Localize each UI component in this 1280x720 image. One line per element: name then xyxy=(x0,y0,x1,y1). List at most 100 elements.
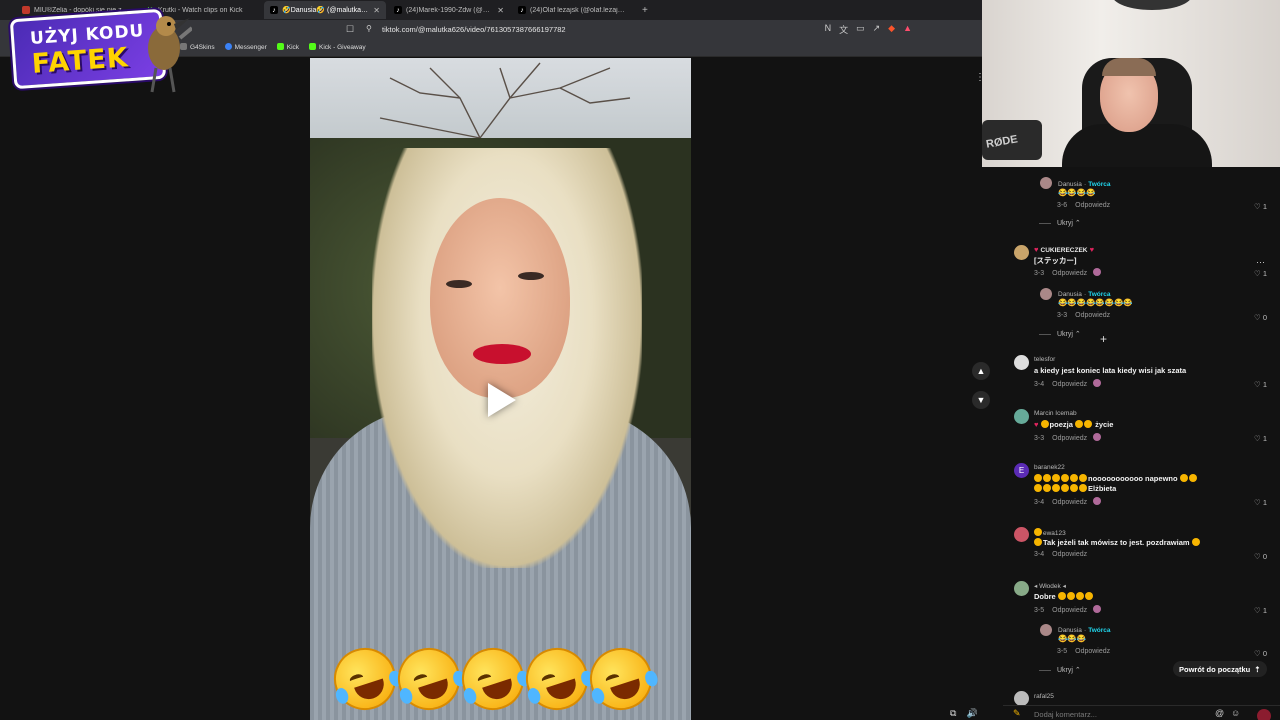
like-count: 0 xyxy=(1262,552,1267,561)
reply-button[interactable]: Odpowiedz xyxy=(1052,435,1087,442)
bookmark-messenger[interactable]: Messenger xyxy=(224,43,267,51)
rofl-emoji-icon xyxy=(389,639,469,719)
comment-text: nooooooooooo napewno xyxy=(1034,474,1198,483)
username[interactable]: Marcin Icemab xyxy=(1034,410,1077,417)
like-count: 0 xyxy=(1262,313,1267,322)
brave-shield-icon[interactable]: ◆ xyxy=(888,23,895,36)
avatar[interactable] xyxy=(1014,581,1029,596)
emoji-icon[interactable]: ☺ xyxy=(1231,708,1240,718)
username[interactable]: telesfor xyxy=(1034,356,1055,363)
avatar[interactable] xyxy=(1014,355,1029,370)
video-player[interactable] xyxy=(310,58,691,720)
avatar[interactable] xyxy=(1014,245,1029,260)
cast-icon[interactable]: ▭ xyxy=(856,23,865,36)
new-tab-button[interactable]: + xyxy=(636,5,654,16)
play-icon[interactable] xyxy=(488,383,516,417)
username[interactable]: CUKIERECZEK xyxy=(1041,247,1088,254)
tab-5[interactable]: ♪(24)Olaf lezajsk (@olaf.lezajsk) | TikT… xyxy=(512,1,634,19)
volume-icon[interactable]: 🔊 xyxy=(966,708,977,719)
creator-badge: Twórca xyxy=(1088,627,1111,634)
url-field[interactable]: tiktok.com/@malutka626/video/76130573876… xyxy=(382,25,566,34)
like-button[interactable]: ♡ 1 xyxy=(1254,434,1267,443)
reply-button[interactable]: Odpowiedz xyxy=(1075,312,1110,319)
reply-button[interactable]: Odpowiedz xyxy=(1052,270,1087,277)
kick-icon xyxy=(276,43,284,50)
comment-meta: 3-4 Odpowiedz xyxy=(1034,551,1087,558)
username[interactable]: Danusia xyxy=(1058,627,1082,634)
like-button[interactable]: ♡ 0 xyxy=(1254,552,1267,561)
hide-replies-button[interactable]: Ukryj ⌃ xyxy=(1039,330,1081,338)
like-button[interactable]: ♡ 0 xyxy=(1254,649,1267,658)
avatar[interactable] xyxy=(1040,288,1052,300)
like-button[interactable]: ♡ 1 xyxy=(1254,269,1267,278)
comment-meta: 3-5 Odpowiedz xyxy=(1034,605,1102,614)
comment-input[interactable]: Dodaj komentarz... xyxy=(1034,710,1097,719)
bookmark-kick[interactable]: Kick xyxy=(276,43,299,51)
promo-line-2: FATEK xyxy=(30,42,130,80)
comment-text: a kiedy jest koniec lata kiedy wisi jak … xyxy=(1034,366,1187,375)
reply-button[interactable]: Odpowiedz xyxy=(1052,381,1087,388)
comment-meta: 3-3 Odpowiedz xyxy=(1057,312,1110,319)
avatar[interactable] xyxy=(1040,177,1052,189)
avatar[interactable] xyxy=(1014,527,1029,542)
comment-more-icon[interactable]: ⋯ xyxy=(1256,257,1265,268)
pip-icon[interactable]: ⧉ xyxy=(950,708,956,719)
mention-icon[interactable]: @ xyxy=(1215,708,1224,718)
bookmark-icon[interactable]: ☐ xyxy=(346,24,354,35)
comment-date: 3-4 xyxy=(1034,551,1045,558)
hide-replies-button[interactable]: Ukryj ⌃ xyxy=(1039,666,1081,674)
reply-button[interactable]: Odpowiedz xyxy=(1075,202,1110,209)
close-tab-icon[interactable]: ✕ xyxy=(497,6,504,15)
creator-liked-icon xyxy=(1093,268,1102,276)
comment-text-line2: Elżbieta xyxy=(1034,484,1116,493)
reply-button[interactable]: Odpowiedz xyxy=(1075,648,1110,655)
like-button[interactable]: ♡ 0 xyxy=(1254,313,1267,322)
player-controls: ⧉ 🔊 xyxy=(950,708,978,719)
hide-replies-button[interactable]: Ukryj ⌃ xyxy=(1039,219,1081,227)
username[interactable]: Danusia xyxy=(1058,291,1082,298)
like-button[interactable]: ♡ 1 xyxy=(1254,380,1267,389)
send-button[interactable] xyxy=(1257,709,1271,720)
username[interactable]: Danusia xyxy=(1058,181,1082,188)
username[interactable]: baranek22 xyxy=(1034,464,1065,471)
rewards-icon[interactable]: ▲ xyxy=(903,23,912,36)
comment-header: Danusia · Twórca xyxy=(1058,291,1111,298)
like-button[interactable]: ♡ 1 xyxy=(1254,498,1267,507)
avatar[interactable] xyxy=(1014,691,1029,706)
username[interactable]: ewa123 xyxy=(1034,528,1066,537)
share-icon[interactable]: ↗ xyxy=(873,23,881,36)
reply-button[interactable]: Odpowiedz xyxy=(1052,499,1087,506)
tiktok-icon: ♪ xyxy=(518,6,526,14)
translate-icon[interactable]: 文 xyxy=(839,23,848,36)
reply-button[interactable]: Odpowiedz xyxy=(1052,551,1087,558)
next-video-button[interactable]: ▼ xyxy=(972,391,990,409)
username[interactable]: rafal25 xyxy=(1034,693,1054,700)
video-side-area xyxy=(691,58,1003,720)
reply-button[interactable]: Odpowiedz xyxy=(1052,607,1087,614)
like-button[interactable]: ♡ 1 xyxy=(1254,606,1267,615)
site-info-icon[interactable]: ⚲ xyxy=(366,24,372,33)
like-count: 1 xyxy=(1262,434,1267,443)
creator-liked-icon xyxy=(1093,605,1102,613)
comment-text: [ステッカー] xyxy=(1034,256,1077,265)
username[interactable]: ◂ Włodek ◂ xyxy=(1034,582,1066,590)
like-count: 1 xyxy=(1262,380,1267,389)
comment-date: 3-4 xyxy=(1034,499,1045,506)
avatar[interactable] xyxy=(1040,624,1052,636)
like-button[interactable]: ♡ 1 xyxy=(1254,202,1267,211)
avatar[interactable] xyxy=(1014,409,1029,424)
reader-icon[interactable]: N xyxy=(825,23,832,36)
close-tab-icon[interactable]: ✕ xyxy=(373,6,380,15)
creator-liked-icon xyxy=(1093,497,1102,505)
tab-3-active[interactable]: ♪ 🤣Danusia🤣 (@malutka626) | ✕ xyxy=(264,1,386,19)
avatar[interactable]: E xyxy=(1014,463,1029,478)
creator-liked-icon xyxy=(1093,379,1102,387)
arrow-up-icon: ⇡ xyxy=(1254,664,1261,674)
person-eye xyxy=(446,280,472,288)
comment-text: Dobre xyxy=(1034,592,1094,601)
bookmark-kick-giveaway[interactable]: Kick - Giveaway xyxy=(309,43,366,51)
previous-video-button[interactable]: ▲ xyxy=(972,362,990,380)
tab-4[interactable]: ♪(24)Marek-1990-Zdw (@marek.slow...✕ xyxy=(388,1,510,19)
back-to-top-button[interactable]: Powrót do początku ⇡ xyxy=(1173,661,1267,677)
comment-header: Danusia · Twórca xyxy=(1058,181,1111,188)
